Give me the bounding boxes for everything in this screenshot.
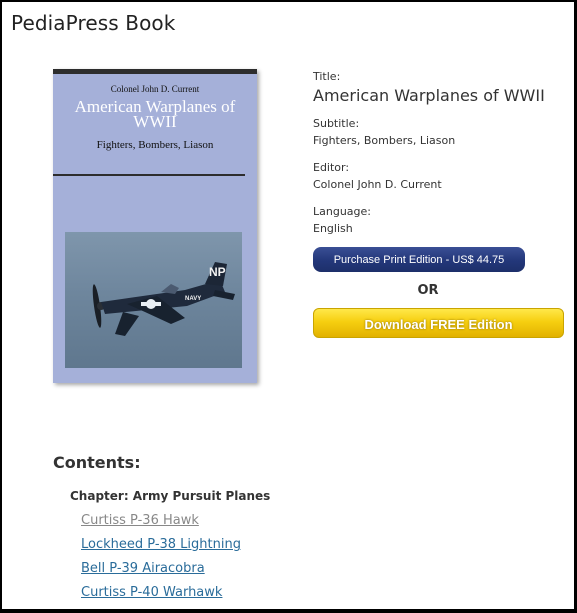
cover-subtitle: Fighters, Bombers, Liason bbox=[96, 139, 214, 151]
title-value: American Warplanes of WWII bbox=[313, 86, 545, 105]
cover-top-bar bbox=[53, 69, 257, 74]
editor-label: Editor: bbox=[313, 161, 350, 174]
cover-divider bbox=[53, 174, 245, 176]
corsair-airplane-image: NP NAVY bbox=[92, 262, 235, 336]
cover-author: Colonel John D. Current bbox=[110, 84, 200, 94]
tail-marking-text: NP bbox=[209, 265, 226, 279]
subtitle-value: Fighters, Bombers, Liason bbox=[313, 134, 456, 147]
contents-heading: Contents: bbox=[53, 453, 141, 472]
page: PediaPress Book Colonel John D. Current … bbox=[2, 2, 574, 609]
or-separator: OR bbox=[417, 283, 439, 298]
cover-title: American Warplanes of WWII bbox=[74, 97, 236, 131]
article-link[interactable]: Lockheed P-38 Lightning bbox=[81, 537, 241, 552]
page-title: PediaPress Book bbox=[11, 11, 176, 35]
subtitle-label: Subtitle: bbox=[313, 117, 360, 130]
article-link[interactable]: Curtiss P-36 Hawk bbox=[81, 513, 199, 528]
article-link[interactable]: Bell P-39 Airacobra bbox=[81, 561, 205, 576]
title-label: Title: bbox=[313, 70, 341, 83]
purchase-print-edition-button[interactable]: Purchase Print Edition - US$ 44.75 bbox=[313, 247, 525, 272]
editor-value: Colonel John D. Current bbox=[313, 178, 442, 191]
cover-photo: NP NAVY bbox=[65, 232, 242, 368]
language-label: Language: bbox=[313, 205, 371, 218]
article-link[interactable]: Curtiss P-40 Warhawk bbox=[81, 585, 222, 600]
chapter-heading: Chapter: Army Pursuit Planes bbox=[70, 489, 271, 503]
fuselage-marking-text: NAVY bbox=[185, 296, 201, 302]
download-free-edition-button[interactable]: Download FREE Edition bbox=[313, 308, 564, 338]
language-value: English bbox=[313, 222, 353, 235]
book-cover: Colonel John D. Current American Warplan… bbox=[53, 69, 257, 383]
